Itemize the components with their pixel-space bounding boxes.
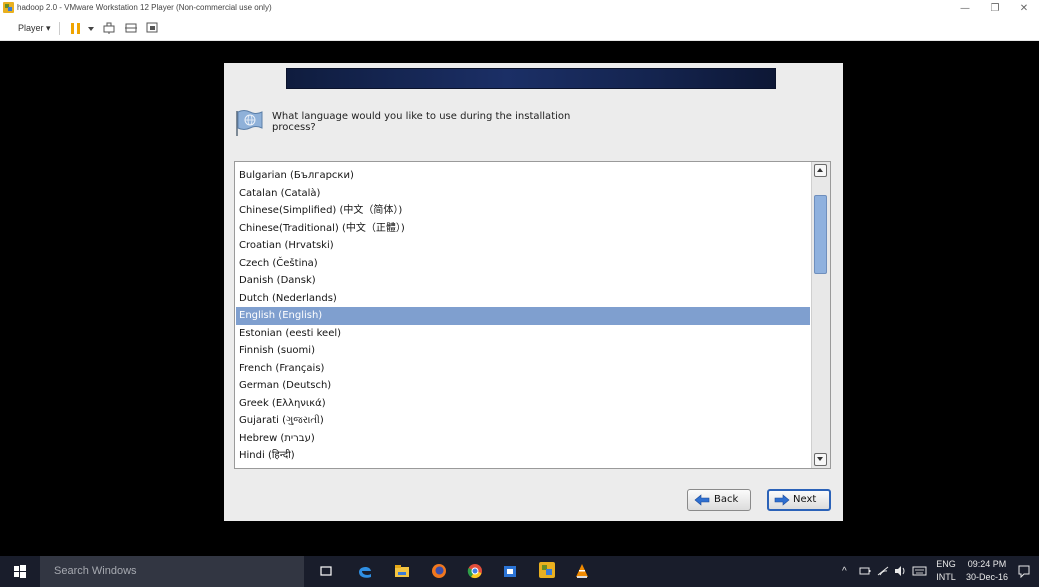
language-list[interactable]: Bulgarian (Български) Catalan (Català) C… [234, 161, 831, 469]
task-view-icon[interactable] [318, 563, 334, 579]
vmware-player-icon[interactable] [538, 561, 556, 579]
pause-icon[interactable] [71, 23, 80, 34]
firefox-icon[interactable] [431, 563, 447, 579]
next-button[interactable]: Next [767, 489, 831, 511]
search-box[interactable]: Search Windows [40, 556, 304, 587]
next-label: Next [793, 494, 817, 505]
window-titlebar: hadoop 2.0 - VMware Workstation 12 Playe… [0, 0, 1039, 17]
player-menu[interactable]: Player ▾ [18, 23, 51, 34]
vm-display[interactable]: What language would you like to use duri… [0, 41, 1039, 556]
list-item[interactable]: Croatian (Hrvatski) [236, 237, 810, 255]
list-item[interactable]: Catalan (Català) [236, 185, 810, 203]
chrome-icon[interactable] [467, 563, 483, 579]
input-locale: INTL [936, 572, 956, 582]
next-arrow-icon [774, 494, 790, 506]
back-label: Back [714, 494, 739, 505]
minimize-button[interactable]: — [954, 1, 976, 16]
windows-start-icon[interactable] [0, 556, 40, 587]
language-question: What language would you like to use duri… [272, 111, 571, 133]
list-item[interactable]: Bulgarian (Български) [236, 167, 810, 185]
list-item[interactable]: German (Deutsch) [236, 377, 810, 395]
maximize-button[interactable]: ❐ [984, 1, 1006, 16]
toolbar-divider [59, 22, 60, 35]
back-arrow-icon [694, 494, 710, 506]
list-item[interactable]: Hindi (हिन्दी) [236, 447, 810, 465]
flag-icon [236, 110, 263, 136]
list-item[interactable]: Chinese(Simplified) (中文（简体）) [236, 202, 810, 220]
vmware-app-icon [3, 2, 14, 13]
scroll-up-button[interactable] [814, 164, 827, 177]
window-title: hadoop 2.0 - VMware Workstation 12 Playe… [17, 3, 272, 12]
clock-time: 09:24 PM [967, 559, 1007, 569]
windows-taskbar: Search Windows ^ ENG INTL 09:24 PM 30-De… [0, 556, 1039, 587]
action-center-icon[interactable] [1017, 564, 1031, 578]
scrollbar-thumb[interactable] [814, 195, 827, 274]
list-item-selected[interactable]: English (English) [236, 307, 810, 325]
list-item[interactable]: Danish (Dansk) [236, 272, 810, 290]
store-icon[interactable] [502, 563, 518, 579]
fit-guest-icon[interactable] [124, 21, 138, 35]
search-placeholder: Search Windows [54, 565, 137, 577]
list-item[interactable]: Chinese(Traditional) (中文（正體）) [236, 220, 810, 238]
installer-dialog: What language would you like to use duri… [224, 63, 843, 521]
list-item[interactable]: Dutch (Nederlands) [236, 290, 810, 308]
battery-icon[interactable] [859, 565, 871, 577]
list-item[interactable]: Greek (Ελληνικά) [236, 395, 810, 413]
list-item[interactable]: French (Français) [236, 360, 810, 378]
list-item[interactable]: Finnish (suomi) [236, 342, 810, 360]
close-button[interactable]: ✕ [1013, 1, 1035, 16]
clock-date: 30-Dec-16 [965, 572, 1009, 582]
unity-mode-icon[interactable] [145, 21, 159, 35]
list-item[interactable]: Hebrew (עברית) [236, 430, 810, 448]
input-language-indicator[interactable]: ENG INTL [935, 558, 957, 584]
volume-icon[interactable] [894, 565, 906, 577]
wifi-icon[interactable] [877, 565, 889, 577]
input-language: ENG [936, 559, 956, 569]
player-toolbar: Player ▾ [0, 17, 1039, 41]
back-button[interactable]: Back [687, 489, 751, 511]
system-clock[interactable]: 09:24 PM 30-Dec-16 [961, 558, 1013, 584]
list-item[interactable]: Czech (Čeština) [236, 255, 810, 273]
installer-banner [286, 68, 776, 89]
chevron-up-icon[interactable]: ^ [842, 566, 847, 577]
scroll-down-button[interactable] [814, 453, 827, 466]
vlc-icon[interactable] [574, 563, 590, 579]
chevron-down-icon[interactable] [88, 27, 94, 31]
language-rows: Bulgarian (Български) Catalan (Català) C… [236, 167, 810, 465]
edge-browser-icon[interactable] [357, 563, 373, 579]
list-item[interactable]: Estonian (eesti keel) [236, 325, 810, 343]
send-ctrl-alt-del-icon[interactable] [102, 21, 116, 35]
file-explorer-icon[interactable] [394, 563, 410, 579]
keyboard-icon[interactable] [912, 565, 927, 577]
language-list-scrollbar[interactable] [811, 162, 830, 468]
list-item[interactable]: Gujarati (ગુજરાતી) [236, 412, 810, 430]
